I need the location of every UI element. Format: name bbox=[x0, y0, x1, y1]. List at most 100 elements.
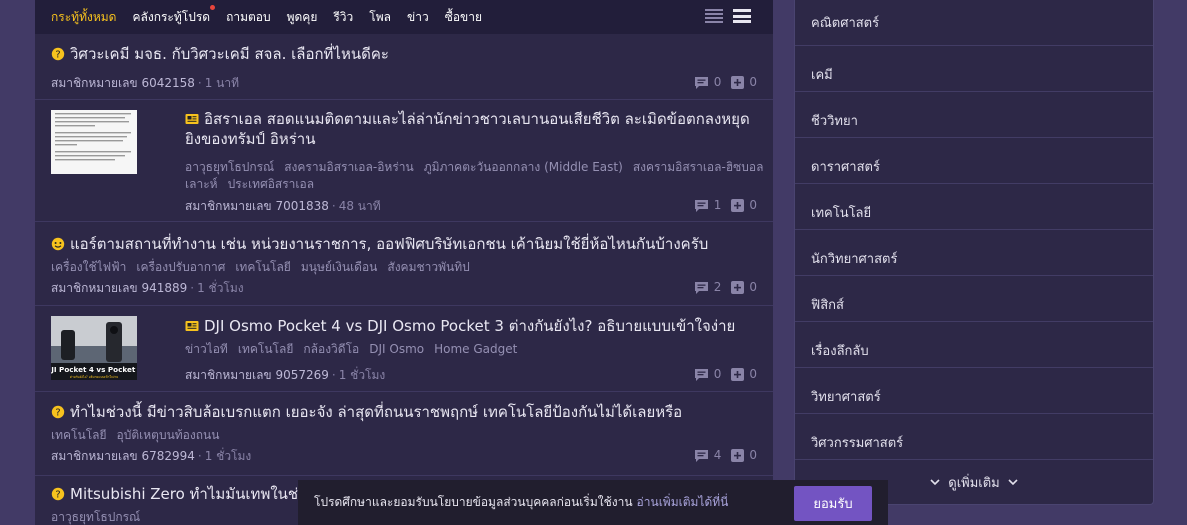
topic-title-text: Mitsubishi Zero ทำไมมันเทพในช่ bbox=[70, 485, 299, 503]
author-link[interactable]: สมาชิกหมายเลข 6782994 bbox=[51, 449, 195, 463]
sidebar-item-chemistry[interactable]: เคมี bbox=[795, 46, 1153, 92]
topic-item[interactable]: แอร์ตามสถานที่ทำงาน เช่น หน่วยงานราชการ,… bbox=[35, 222, 773, 306]
post-time: 1 ชั่วโมง bbox=[204, 449, 252, 463]
tab-news[interactable]: ข่าว bbox=[407, 8, 429, 27]
topic-title[interactable]: อิสราเอล สอดแนมติดตามและไล่ล่านักข่าวชาว… bbox=[185, 109, 765, 149]
sidebar-item-science[interactable]: วิทยาศาสตร์ bbox=[795, 368, 1153, 414]
comment-icon bbox=[694, 281, 708, 294]
comment-count: 4 bbox=[713, 448, 722, 462]
vote-count: 0 bbox=[749, 280, 757, 294]
sidebar-item-technology[interactable]: เทคโนโลยี bbox=[795, 184, 1153, 230]
topic-stats: 0 0 bbox=[684, 75, 757, 89]
tag-link[interactable]: DJI Osmo bbox=[369, 342, 424, 356]
topic-title[interactable]: ? ทำไมช่วงนี้ มีข่าวสิบล้อเบรกแตก เยอะจัง… bbox=[51, 402, 682, 422]
sidebar-item-mystery[interactable]: เรื่องลึกลับ bbox=[795, 322, 1153, 368]
tag-link[interactable]: สงครามอิสราเอล-อิหร่าน bbox=[284, 160, 414, 174]
tab-poll[interactable]: โพล bbox=[369, 8, 391, 27]
sidebar-item-astronomy[interactable]: ดาราศาสตร์ bbox=[795, 138, 1153, 184]
tag-link[interactable]: ประเทศอิสราเอล bbox=[228, 177, 315, 191]
tag-link[interactable]: เครื่องปรับอากาศ bbox=[136, 260, 225, 274]
tab-label: คลังกระทู้โปรด bbox=[132, 9, 211, 24]
sidebar-item-scientists[interactable]: นักวิทยาศาสตร์ bbox=[795, 230, 1153, 276]
author-link[interactable]: สมาชิกหมายเลข 6042158 bbox=[51, 76, 195, 90]
tag-link[interactable]: เทคโนโลยี bbox=[235, 260, 291, 274]
chevron-down-icon bbox=[1008, 478, 1018, 485]
post-time: 1 ชั่วโมง bbox=[338, 368, 386, 382]
tab-qa[interactable]: ถามตอบ bbox=[226, 8, 271, 27]
topic-tags: อาวุธยุทโธปกรณ์ bbox=[51, 509, 150, 525]
tag-link[interactable]: Home Gadget bbox=[434, 342, 517, 356]
notification-dot bbox=[210, 4, 216, 10]
consent-read-more-link[interactable]: อ่านเพิ่มเติมได้ที่นี่ bbox=[637, 493, 729, 512]
tab-favorite-topics[interactable]: คลังกระทู้โปรด bbox=[132, 4, 216, 27]
tag-link[interactable]: เครื่องใช้ไฟฟ้า bbox=[51, 260, 126, 274]
topic-title[interactable]: แอร์ตามสถานที่ทำงาน เช่น หน่วยงานราชการ,… bbox=[51, 234, 708, 254]
topic-title[interactable]: ? Mitsubishi Zero ทำไมมันเทพในช่ bbox=[51, 484, 298, 504]
svg-text:?: ? bbox=[55, 490, 60, 501]
tag-link[interactable]: ภูมิภาคตะวันออกกลาง (Middle East) bbox=[424, 160, 623, 174]
topic-title-text: วิศวะเคมี มจธ. กับวิศวะเคมี สจล. เลือกที… bbox=[70, 45, 389, 63]
vote-count: 0 bbox=[749, 75, 757, 89]
topic-tags: อาวุธยุทโธปกรณ์ สงครามอิสราเอล-อิหร่าน ภูม… bbox=[185, 159, 765, 193]
topic-title[interactable]: DJI Osmo Pocket 4 vs DJI Osmo Pocket 3 ต… bbox=[185, 316, 735, 336]
tab-review[interactable]: รีวิว bbox=[333, 8, 353, 27]
topic-item[interactable]: อิสราเอล สอดแนมติดตามและไล่ล่านักข่าวชาว… bbox=[35, 100, 773, 222]
author-link[interactable]: สมาชิกหมายเลข 7001838 bbox=[185, 199, 329, 213]
tag-link[interactable]: เทคโนโลยี bbox=[51, 428, 107, 442]
thumbnail-subcaption: ต่างกันยังไง? อธิบายแบบเข้าใจง่าย bbox=[70, 375, 118, 379]
tab-market[interactable]: ซื้อขาย bbox=[445, 8, 482, 27]
vote-plus-icon bbox=[731, 367, 745, 381]
tag-link[interactable]: มนุษย์เงินเดือน bbox=[301, 260, 378, 274]
topic-title-text: อิสราเอล สอดแนมติดตามและไล่ล่านักข่าวชาว… bbox=[185, 110, 750, 148]
topic-item[interactable]: ? ทำไมช่วงนี้ มีข่าวสิบล้อเบรกแตก เยอะจัง… bbox=[35, 392, 773, 476]
sidebar-item-physics[interactable]: ฟิสิกส์ bbox=[795, 276, 1153, 322]
post-time: 1 ชั่วโมง bbox=[197, 281, 244, 295]
topic-stats: 1 0 bbox=[684, 198, 757, 212]
sidebar-item-biology[interactable]: ชีววิทยา bbox=[795, 92, 1153, 138]
thumbnail-caption: DJI Pocket 4 vs Pocket 3 bbox=[51, 365, 137, 374]
tag-link[interactable]: อาวุธยุทโธปกรณ์ bbox=[185, 160, 274, 174]
tag-link[interactable]: กล้องวิดีโอ bbox=[303, 342, 359, 356]
question-icon: ? bbox=[51, 487, 65, 501]
author-link[interactable]: สมาชิกหมายเลข 941889 bbox=[51, 281, 187, 295]
post-time: 48 นาที bbox=[338, 199, 381, 213]
see-more-label: ดูเพิ่มเติม bbox=[948, 475, 1000, 491]
category-sidebar: คณิตศาสตร์ เคมี ชีววิทยา ดาราศาสตร์ เทคโ… bbox=[794, 0, 1154, 505]
svg-text:?: ? bbox=[55, 408, 60, 419]
topic-meta: สมาชิกหมายเลข 6782994 · 1 ชั่วโมง bbox=[51, 449, 252, 463]
topic-thumbnail[interactable]: DJI Pocket 4 vs Pocket 3 ต่างกันยังไง? อ… bbox=[51, 316, 137, 380]
vote-plus-icon bbox=[731, 280, 745, 294]
question-icon: ? bbox=[51, 47, 65, 61]
topic-title[interactable]: ? วิศวะเคมี มจธ. กับวิศวะเคมี สจล. เลือกท… bbox=[51, 44, 389, 64]
vote-count: 0 bbox=[749, 367, 757, 381]
topic-item[interactable]: ? วิศวะเคมี มจธ. กับวิศวะเคมี สจล. เลือกท… bbox=[35, 34, 773, 100]
comment-count: 2 bbox=[713, 280, 722, 294]
accept-button[interactable]: ยอมรับ bbox=[794, 486, 872, 521]
tag-link[interactable]: อาวุธยุทโธปกรณ์ bbox=[51, 510, 140, 524]
post-time: 1 นาที bbox=[204, 76, 240, 90]
comment-icon bbox=[694, 368, 708, 381]
tag-link[interactable]: สังคมชาวพันทิป bbox=[387, 260, 469, 274]
tab-chat[interactable]: พูดคุย bbox=[287, 8, 318, 27]
tab-all-topics[interactable]: กระทู้ทั้งหมด bbox=[51, 8, 116, 27]
compact-view-icon[interactable] bbox=[733, 9, 751, 23]
topic-item[interactable]: DJI Pocket 4 vs Pocket 3 ต่างกันยังไง? อ… bbox=[35, 306, 773, 392]
tag-link[interactable]: ข่าวไอที bbox=[185, 342, 228, 356]
tag-link[interactable]: อุบัติเหตุบนท้องถนน bbox=[117, 428, 220, 442]
chevron-down-icon bbox=[930, 478, 940, 485]
author-link[interactable]: สมาชิกหมายเลข 9057269 bbox=[185, 368, 329, 382]
topic-title-text: แอร์ตามสถานที่ทำงาน เช่น หน่วยงานราชการ,… bbox=[70, 235, 709, 253]
question-icon: ? bbox=[51, 405, 65, 419]
topic-tags: เครื่องใช้ไฟฟ้า เครื่องปรับอากาศ เทคโนโลยี… bbox=[51, 259, 480, 276]
vote-plus-icon bbox=[731, 198, 745, 212]
topic-thumbnail[interactable] bbox=[51, 110, 137, 174]
news-icon bbox=[185, 321, 199, 331]
tag-link[interactable]: เทคโนโลยี bbox=[238, 342, 294, 356]
list-view-icon[interactable] bbox=[705, 9, 723, 23]
sidebar-item-engineering[interactable]: วิศวกรรมศาสตร์ bbox=[795, 414, 1153, 460]
comment-icon bbox=[694, 449, 708, 462]
consent-text: โปรดศึกษาและยอมรับนโยบายข้อมูลส่วนบุคคลก… bbox=[314, 495, 633, 509]
view-toggle bbox=[705, 9, 751, 23]
sidebar-item-math[interactable]: คณิตศาสตร์ bbox=[795, 0, 1153, 46]
vote-count: 0 bbox=[749, 448, 757, 462]
